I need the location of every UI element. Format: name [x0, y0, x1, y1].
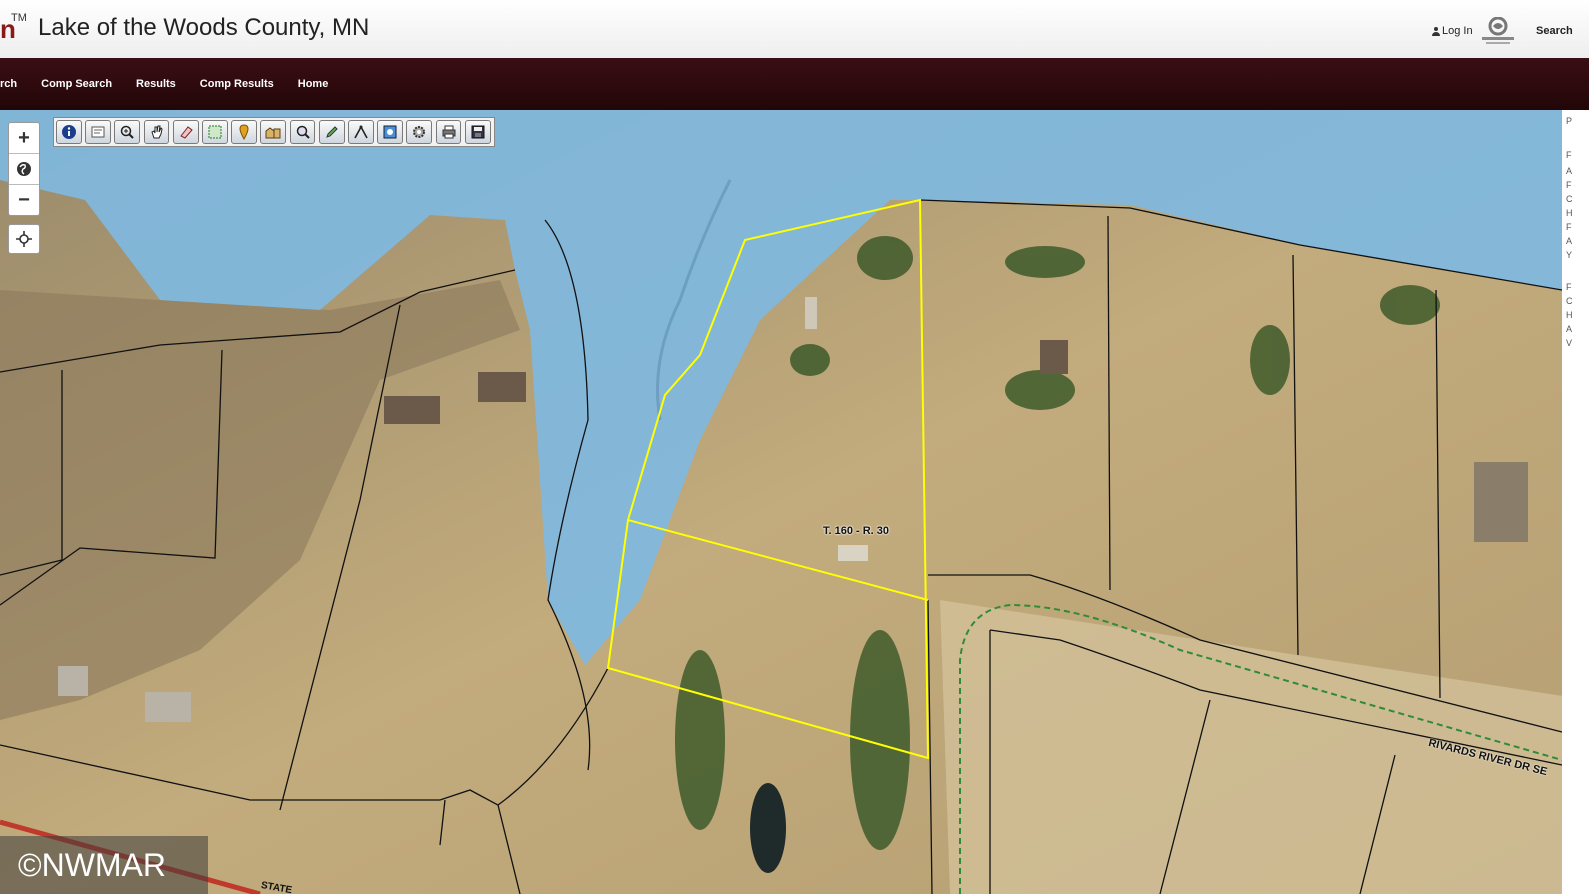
panel-char: C [1566, 194, 1573, 204]
aerial-map[interactable] [0, 110, 1589, 894]
zoom-in-tool-icon [121, 125, 135, 139]
panel-char: P [1566, 116, 1573, 126]
eraser-icon [179, 126, 193, 139]
zoom-controls: + − [8, 122, 40, 216]
print-icon [442, 125, 456, 139]
side-panel-edge: P F A F C H F A Y F C H A V [1562, 110, 1589, 894]
parcel-label: T. 160 - R. 30 [823, 525, 890, 537]
search-map-icon [296, 125, 310, 139]
select-area-icon [208, 125, 222, 139]
globe-button[interactable] [9, 154, 39, 185]
buildings-tool-button[interactable] [260, 120, 287, 144]
panel-char: F [1566, 282, 1572, 292]
map-tip-tool-button[interactable] [85, 120, 112, 144]
main-nav: rch Comp Search Results Comp Results Hom… [0, 58, 1589, 110]
panel-char: Y [1566, 250, 1573, 260]
header-bar: n TM Lake of the Woods County, MN Log In… [0, 0, 1589, 59]
zoom-in-button[interactable]: + [9, 123, 39, 154]
header-search-link[interactable]: Search [1536, 25, 1573, 37]
marker-icon [239, 124, 249, 140]
pond [750, 783, 786, 873]
marker-tool-button[interactable] [231, 120, 258, 144]
panel-char: V [1566, 338, 1573, 348]
search-map-tool-button[interactable] [289, 120, 316, 144]
nav-item-comp-results[interactable]: Comp Results [200, 78, 274, 90]
info-icon [61, 125, 76, 139]
globe-icon [17, 162, 31, 176]
print-tool-button[interactable] [435, 120, 462, 144]
panel-char: H [1566, 310, 1573, 320]
full-extent-icon [383, 125, 397, 139]
zoom-out-button[interactable]: − [9, 185, 39, 215]
panel-char: A [1566, 236, 1573, 246]
map-tip-icon [91, 126, 105, 138]
full-extent-tool-button[interactable] [377, 120, 404, 144]
map-canvas[interactable] [0, 110, 1589, 894]
settings-tool-button[interactable] [406, 120, 433, 144]
save-icon [471, 125, 485, 139]
panel-char: F [1566, 150, 1572, 160]
measure-tool-button[interactable] [348, 120, 374, 144]
draw-pencil-icon [325, 126, 338, 138]
pan-hand-icon [150, 125, 163, 139]
nav-item-search[interactable]: rch [0, 78, 17, 90]
measure-icon [354, 125, 368, 139]
zoom-tool-button[interactable] [114, 120, 141, 144]
panel-char: H [1566, 208, 1573, 218]
panel-char: F [1566, 222, 1572, 232]
recenter-button[interactable] [8, 224, 40, 254]
user-icon [1432, 26, 1440, 36]
panel-char: A [1566, 166, 1573, 176]
login-label: Log In [1442, 25, 1473, 37]
trademark: TM [11, 12, 27, 24]
info-tool-button[interactable] [56, 120, 82, 144]
nav-item-results[interactable]: Results [136, 78, 176, 90]
panel-char: C [1566, 296, 1573, 306]
pan-tool-button[interactable] [143, 120, 170, 144]
map-toolbar [53, 117, 495, 147]
settings-icon [413, 126, 426, 138]
panel-char: A [1566, 324, 1573, 334]
save-tool-button[interactable] [464, 120, 491, 144]
draw-tool-button[interactable] [318, 120, 345, 144]
buildings-icon [265, 127, 281, 139]
crosshair-icon [16, 231, 32, 247]
page-title: Lake of the Woods County, MN [38, 14, 370, 41]
panel-char: F [1566, 180, 1572, 190]
login-link[interactable]: Log In [1432, 25, 1473, 37]
schneider-logo-icon [1482, 17, 1514, 44]
select-area-tool-button[interactable] [202, 120, 228, 144]
nav-item-comp-search[interactable]: Comp Search [41, 78, 112, 90]
watermark: ©NWMAR [0, 836, 208, 894]
eraser-tool-button[interactable] [172, 120, 199, 144]
nav-item-home[interactable]: Home [298, 78, 329, 90]
